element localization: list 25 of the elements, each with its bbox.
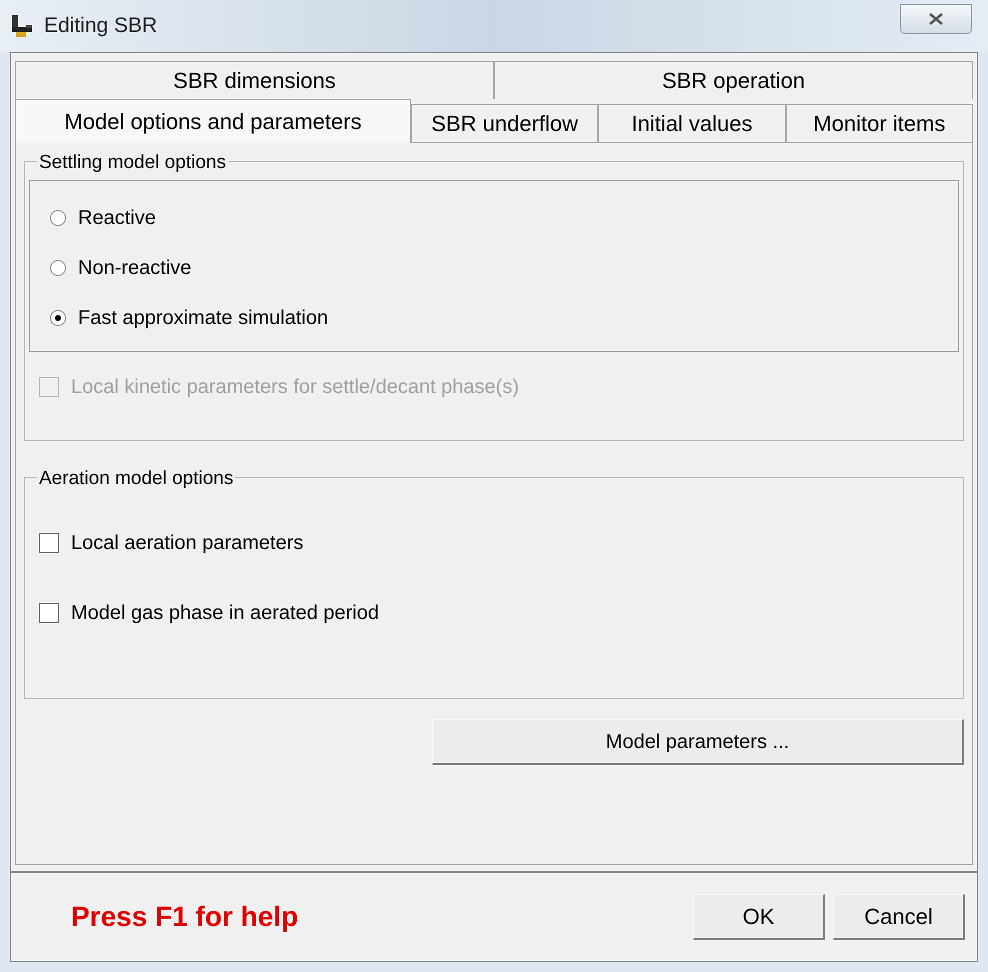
tab[interactable]: Model options and parameters — [15, 99, 411, 143]
tab[interactable]: SBR dimensions — [15, 61, 494, 99]
model-parameters-button[interactable]: Model parameters ... — [432, 719, 964, 765]
tab[interactable]: SBR underflow — [411, 104, 598, 142]
radio-label: Fast approximate simulation — [78, 306, 328, 331]
help-text: Press F1 for help — [71, 900, 298, 934]
close-button[interactable] — [900, 4, 972, 34]
radio-label: Reactive — [78, 206, 156, 231]
radio-button[interactable] — [50, 310, 66, 326]
dialog-button[interactable]: Cancel — [833, 894, 965, 940]
radio-button[interactable] — [50, 210, 66, 226]
checkbox[interactable] — [39, 603, 59, 623]
dialog-button[interactable]: OK — [693, 894, 825, 940]
checkbox[interactable] — [39, 533, 59, 553]
checkbox-label: Model gas phase in aerated period — [71, 601, 379, 626]
radio-label: Non-reactive — [78, 256, 192, 281]
app-icon — [10, 13, 34, 39]
close-icon — [927, 12, 945, 26]
window-title: Editing SBR — [44, 13, 158, 40]
radio-button[interactable] — [50, 260, 66, 276]
tab[interactable]: Initial values — [598, 104, 786, 142]
checkbox-label: Local aeration parameters — [71, 531, 304, 556]
tab[interactable]: Monitor items — [786, 104, 973, 142]
tab[interactable]: SBR operation — [494, 61, 973, 99]
checkbox-label: Local kinetic parameters for settle/decant phase(s) — [71, 375, 519, 400]
